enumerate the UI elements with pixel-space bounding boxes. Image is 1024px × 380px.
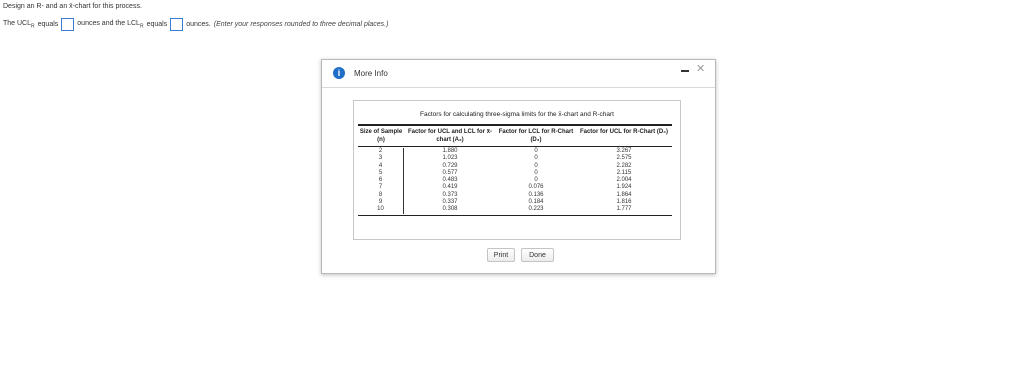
table-cell: 2.575	[616, 155, 632, 162]
table-cell: 1.023	[442, 155, 458, 162]
table-cell: 10	[377, 206, 384, 213]
table-cell: 0.136	[528, 191, 544, 198]
table-cell: 1.816	[616, 199, 632, 206]
table-cell: 1.880	[442, 148, 458, 154]
table-cell: 1.777	[616, 206, 632, 213]
header-sample-size: Size of Sample (n)	[359, 129, 403, 143]
table-cell: 1.924	[616, 184, 632, 191]
equals-text-2: equals	[146, 21, 168, 28]
dialog-header: i More Info ✕	[322, 60, 715, 88]
lcl-label: ounces and the LCLR	[77, 19, 144, 30]
table-cell: 1.864	[616, 191, 632, 198]
table-cell: 2.004	[616, 177, 632, 184]
table-cell: 0	[534, 155, 538, 162]
table-cell: 2	[378, 148, 383, 154]
table-cell: 0.337	[442, 199, 458, 206]
header-a2: Factor for UCL and LCL for x̄-chart (A₂)	[407, 129, 493, 143]
ucl-label: The UCLR	[3, 19, 35, 30]
table-cell: 0	[534, 148, 538, 154]
lcl-answer-input[interactable]	[170, 18, 184, 31]
table-cell: 7	[378, 184, 383, 191]
table-cell: 5	[378, 169, 383, 176]
table-cell: 2.115	[616, 169, 632, 176]
table-cell: 0	[534, 177, 538, 184]
close-icon[interactable]: ✕	[696, 64, 705, 75]
column-sample-size: 2 3 4 5 6 7 8 9 10	[358, 148, 404, 214]
table-cell: 2.282	[616, 162, 632, 169]
table-cell: 0.076	[528, 184, 544, 191]
table-cell: 3	[378, 155, 383, 162]
equals-text-1: equals	[37, 21, 59, 28]
table-cell: 9	[378, 199, 383, 206]
header-d3: Factor for LCL for R-Chart (D₃)	[498, 129, 574, 143]
table-cell: 8	[378, 191, 383, 198]
minimize-icon[interactable]	[681, 70, 689, 72]
table-cell: 6	[378, 177, 383, 184]
column-a2: 1.880 1.023 0.729 0.577 0.483 0.419 0.373 0.337…	[404, 148, 496, 214]
header-d4: Factor for UCL for R-Chart (D₄)	[579, 129, 669, 135]
factors-table-header: Size of Sample (n) Factor for UCL and LC…	[358, 124, 672, 147]
done-button[interactable]: Done	[521, 248, 554, 262]
table-cell: 4	[378, 162, 383, 169]
table-cell: 0.729	[442, 162, 458, 169]
ucl-answer-input[interactable]	[61, 18, 75, 31]
table-cell: 0.419	[442, 184, 458, 191]
table-cell: 0	[534, 169, 538, 176]
dialog-title: More Info	[354, 69, 388, 78]
table-cell: 3.267	[616, 148, 632, 154]
question-line-1: Design an R- and an x̄-chart for this pr…	[3, 3, 142, 10]
factors-table: Size of Sample (n) Factor for UCL and LC…	[358, 124, 672, 216]
table-cell: 0.308	[442, 206, 458, 213]
info-icon: i	[333, 67, 345, 79]
question-line-2: The UCLR equals ounces and the LCLR equa…	[3, 18, 388, 31]
column-d3: 0 0 0 0 0 0.076 0.136 0.184 0.223	[496, 148, 576, 214]
table-cell: 0.483	[442, 177, 458, 184]
column-d4: 3.267 2.575 2.282 2.115 2.004 1.924 1.864 1.816…	[576, 148, 672, 214]
table-cell: 0.223	[528, 206, 544, 213]
table-cell: 0.373	[442, 191, 458, 198]
factors-table-title: Factors for calculating three-sigma limi…	[420, 111, 614, 118]
table-cell: 0.577	[442, 169, 458, 176]
ounces-text: ounces.	[186, 21, 211, 28]
rounding-hint: (Enter your responses rounded to three d…	[213, 21, 389, 28]
table-cell: 0	[534, 162, 538, 169]
table-cell: 0.184	[528, 199, 544, 206]
factors-table-body: 2 3 4 5 6 7 8 9 10 1.880 1.023 0.729 0.577 0.483 0.41…	[358, 147, 672, 216]
print-button[interactable]: Print	[487, 248, 515, 262]
factors-table-panel: Factors for calculating three-sigma limi…	[353, 100, 681, 240]
more-info-dialog: i More Info ✕ Factors for calculating th…	[321, 59, 716, 274]
